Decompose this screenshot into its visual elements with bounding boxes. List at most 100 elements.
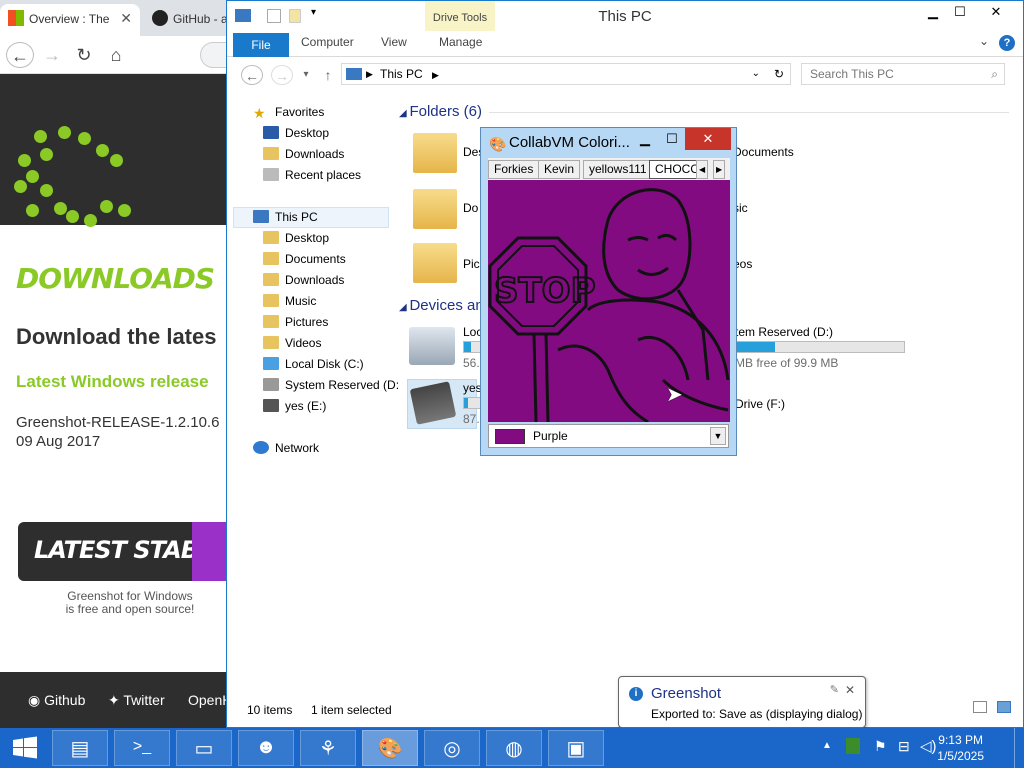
coloring-window-title[interactable]: CollabVM Colori...: [509, 134, 630, 151]
nav-this-pc[interactable]: This PC: [253, 207, 318, 228]
nav-fav-recent[interactable]: Recent places: [263, 165, 361, 186]
close-icon[interactable]: ✕: [845, 683, 855, 697]
search-input[interactable]: Search This PC ⌕: [801, 63, 1005, 85]
nav-pc-desktop[interactable]: Desktop: [263, 228, 329, 249]
address-bar[interactable]: [200, 42, 226, 68]
search-icon[interactable]: ⌕: [991, 64, 998, 84]
nav-pc-documents[interactable]: Documents: [263, 249, 346, 270]
ribbon-tab-file[interactable]: File: [233, 33, 289, 57]
show-hidden-icons-icon[interactable]: ▲: [822, 740, 832, 751]
nav-fav-downloads[interactable]: Downloads: [263, 144, 344, 165]
greenshot-tray-icon[interactable]: [846, 738, 860, 754]
drive-e-label[interactable]: yes: [463, 381, 482, 395]
folder-downloads-label[interactable]: Do: [463, 201, 478, 215]
browser-tab-overview[interactable]: Overview : The ✕: [0, 4, 140, 36]
nav-favorites[interactable]: ★ Favorites: [253, 102, 324, 123]
network-tray-icon[interactable]: ⊟: [898, 738, 910, 755]
release-filename[interactable]: Greenshot-RELEASE-1.2.10.6: [16, 414, 219, 431]
show-desktop-button[interactable]: [1014, 728, 1024, 768]
maximize-button[interactable]: ☐: [659, 128, 685, 150]
tab-scroll-right-icon[interactable]: ▶: [713, 160, 726, 179]
nav-pc-pictures[interactable]: Pictures: [263, 312, 328, 333]
greenshot-notification[interactable]: i Greenshot Exported to: Save as (displa…: [618, 676, 866, 728]
action-center-flag-icon[interactable]: ⚑: [874, 738, 887, 755]
address-box[interactable]: ▶ This PC ▶ ⌄ ↻: [341, 63, 791, 85]
drive-d-free-text: MB free of 99.9 MB: [735, 356, 839, 370]
breadcrumb-chevron-icon[interactable]: ▶: [432, 70, 439, 80]
nav-local-disk-c[interactable]: Local Disk (C:): [263, 354, 364, 375]
nav-pc-videos[interactable]: Videos: [263, 333, 321, 354]
drive-f-label[interactable]: Drive (F:): [735, 397, 785, 411]
reload-icon[interactable]: ↻: [70, 42, 98, 68]
clock-time: 9:13 PM: [938, 733, 983, 747]
taskbar-file-explorer[interactable]: ▭: [176, 730, 232, 766]
taskbar-app-bird[interactable]: ⚘: [300, 730, 356, 766]
nav-pc-downloads[interactable]: Downloads: [263, 270, 344, 291]
breadcrumb-this-pc[interactable]: This PC: [380, 67, 423, 81]
close-tab-icon[interactable]: ✕: [120, 10, 132, 27]
downloads-folder-icon[interactable]: [413, 189, 457, 229]
ribbon-tab-view[interactable]: View: [381, 35, 407, 49]
maximize-button[interactable]: ☐: [947, 1, 973, 23]
desktop-folder-icon[interactable]: [413, 133, 457, 173]
forward-icon[interactable]: →: [271, 65, 293, 85]
user-tab-kevin[interactable]: Kevin: [538, 160, 581, 179]
large-icons-view-icon[interactable]: [997, 701, 1011, 713]
taskbar-coloring-app[interactable]: 🎨: [362, 730, 418, 766]
minimize-button[interactable]: ▁: [919, 1, 947, 23]
refresh-icon[interactable]: ↻: [774, 64, 784, 84]
user-tab-forkies[interactable]: Forkies: [488, 160, 540, 179]
folders-group-header[interactable]: ◢ Folders (6): [399, 103, 482, 120]
folder-documents-label[interactable]: Documents: [733, 145, 794, 159]
nav-fav-desktop[interactable]: Desktop: [263, 123, 329, 144]
pictures-folder-icon[interactable]: [413, 243, 457, 283]
up-icon[interactable]: ↑: [317, 65, 339, 85]
close-button[interactable]: ✕: [973, 1, 1019, 23]
devices-group-header[interactable]: ◢ Devices and: [399, 297, 492, 314]
taskbar-powershell[interactable]: >_: [114, 730, 170, 766]
forward-icon[interactable]: →: [38, 42, 66, 68]
taskbar-app-raccoon[interactable]: ☻: [238, 730, 294, 766]
details-view-icon[interactable]: [973, 701, 987, 713]
footer-github-link[interactable]: ◉ Github: [28, 692, 85, 709]
browser-tab-github[interactable]: GitHub - a: [144, 4, 226, 36]
address-dropdown-icon[interactable]: ⌄: [752, 64, 760, 84]
folder-pictures-label[interactable]: Pic: [463, 257, 480, 271]
nav-yes-e[interactable]: yes (E:): [263, 396, 326, 417]
info-icon: i: [629, 687, 643, 701]
back-icon[interactable]: ←: [241, 65, 263, 85]
home-icon[interactable]: ⌂: [102, 42, 130, 68]
ribbon-tab-computer[interactable]: Computer: [301, 35, 354, 49]
taskbar-server-manager[interactable]: ▤: [52, 730, 108, 766]
pin-icon[interactable]: ✎: [830, 683, 839, 696]
explorer-titlebar[interactable]: ▾ Drive Tools This PC ▁ ☐ ✕: [227, 1, 1023, 31]
close-button[interactable]: ✕: [685, 128, 731, 150]
volume-icon[interactable]: ◁): [920, 737, 937, 755]
nav-network[interactable]: Network: [253, 438, 319, 459]
local-disk-icon[interactable]: [409, 327, 455, 365]
chevron-down-icon[interactable]: ▼: [710, 427, 726, 445]
minimize-button[interactable]: ▁: [631, 128, 659, 150]
start-button[interactable]: [0, 728, 50, 768]
back-icon[interactable]: ←: [6, 42, 34, 68]
recent-locations-icon[interactable]: ▾: [295, 65, 317, 85]
drawing-canvas[interactable]: STOP: [488, 180, 730, 422]
ribbon-tab-manage[interactable]: Manage: [439, 35, 482, 49]
taskbar-greenshot[interactable]: ▣: [548, 730, 604, 766]
taskbar-media-player[interactable]: ◎: [424, 730, 480, 766]
help-icon[interactable]: ?: [999, 35, 1015, 51]
latest-stable-button[interactable]: LATEST STABLE: [18, 522, 226, 581]
expand-ribbon-icon[interactable]: ⌄: [979, 34, 989, 48]
nav-pc-music[interactable]: Music: [263, 291, 316, 312]
footer-openhub-link[interactable]: OpenH: [188, 692, 226, 708]
drive-d-label[interactable]: tem Reserved (D:): [735, 325, 833, 339]
download-latest-text: Download the lates: [16, 324, 217, 349]
tab-scroll-left-icon[interactable]: ◀: [696, 160, 709, 179]
taskbar-globe-app[interactable]: ◍: [486, 730, 542, 766]
footer-twitter-link[interactable]: ✦ Twitter: [108, 692, 165, 709]
nav-system-reserved-d[interactable]: System Reserved (D:: [263, 375, 399, 396]
selected-color-label: Purple: [533, 429, 568, 443]
user-tab-yellows111[interactable]: yellows111: [583, 160, 653, 179]
tray-clock[interactable]: 9:13 PM 1/5/2025: [937, 732, 984, 764]
color-dropdown[interactable]: Purple ▼: [488, 424, 729, 448]
